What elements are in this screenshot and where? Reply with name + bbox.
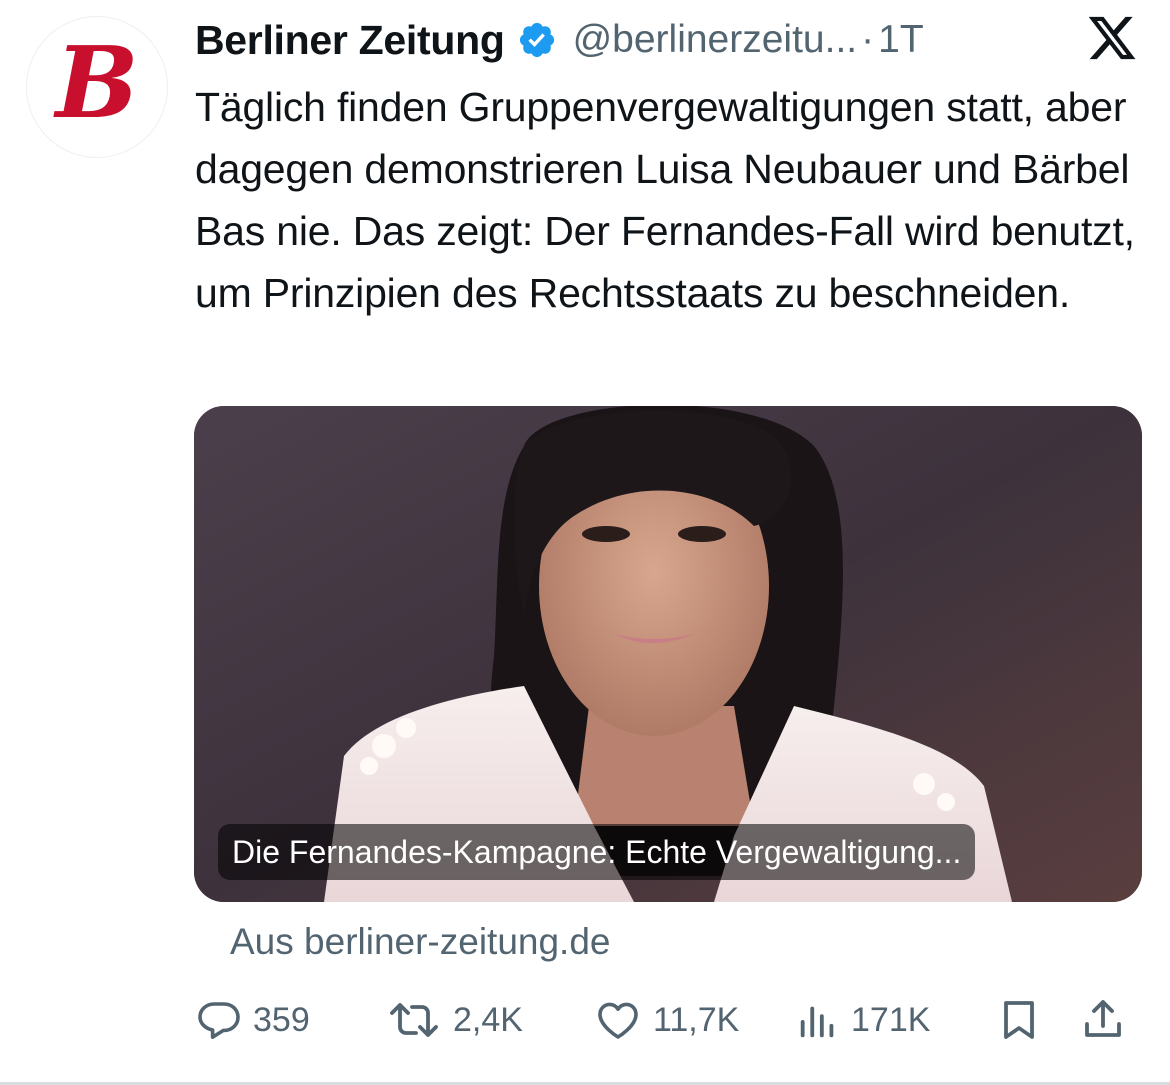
like-count: 11,7K <box>653 1000 740 1039</box>
link-card[interactable]: Die Fernandes-Kampagne: Echte Vergewalti… <box>194 406 1142 902</box>
views-button[interactable]: 171K <box>795 990 930 1050</box>
tweet-header: Berliner Zeitung @berlinerzeitu... · 1T <box>195 12 1055 68</box>
x-logo-icon <box>1088 16 1136 60</box>
tweet[interactable]: B Berliner Zeitung @berlinerzeitu... · 1… <box>0 0 1170 1085</box>
author-name[interactable]: Berliner Zeitung <box>195 17 505 64</box>
repost-count: 2,4K <box>453 1000 523 1039</box>
avatar-logo-letter: B <box>55 26 139 141</box>
heart-icon <box>598 1002 638 1039</box>
header-separator: · <box>861 18 875 61</box>
repost-button[interactable]: 2,4K <box>385 990 523 1050</box>
tweet-text: Täglich finden Gruppenvergewaltigungen s… <box>195 84 1135 316</box>
repost-icon <box>390 1003 438 1037</box>
like-button[interactable]: 11,7K <box>593 990 739 1050</box>
bookmark-icon <box>1004 1001 1034 1039</box>
card-source-link[interactable]: Aus berliner-zeitung.de <box>230 914 611 970</box>
views-chart-icon <box>800 1006 834 1038</box>
share-icon <box>1085 1000 1121 1037</box>
author-avatar[interactable]: B <box>26 16 168 158</box>
share-button[interactable] <box>1079 990 1127 1050</box>
views-count: 171K <box>851 1000 931 1039</box>
reply-icon <box>198 1002 240 1039</box>
reply-count: 359 <box>253 1000 310 1039</box>
reply-button[interactable]: 359 <box>195 990 310 1050</box>
card-title[interactable]: Die Fernandes-Kampagne: Echte Vergewalti… <box>218 824 976 880</box>
author-handle[interactable]: @berlinerzeitu... <box>573 18 858 62</box>
bookmark-button[interactable] <box>995 990 1043 1050</box>
action-bar: 359 2,4K 11,7K 171K <box>195 990 1145 1050</box>
verified-badge-icon <box>519 22 554 58</box>
tweet-timestamp[interactable]: 1T <box>878 18 924 62</box>
